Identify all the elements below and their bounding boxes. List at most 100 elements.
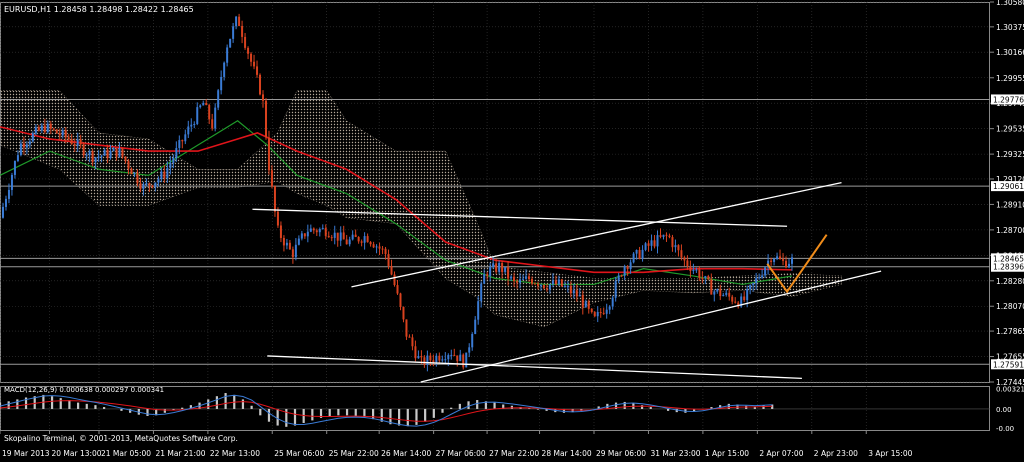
candle-body xyxy=(390,266,393,275)
time-tick-label: 2 Apr 23:00 xyxy=(814,449,858,458)
price-tick-label: 1.28910 xyxy=(996,200,1024,209)
candle-body xyxy=(267,137,270,171)
candle-body xyxy=(459,354,462,362)
copyright-text: Skopalino Terminal, © 2001-2013, MetaQuo… xyxy=(4,434,238,443)
candle-body xyxy=(701,277,704,279)
candle-body xyxy=(593,312,596,317)
candle-body xyxy=(300,233,303,239)
candle-body xyxy=(761,275,764,278)
candle-body xyxy=(214,107,217,129)
candle-body xyxy=(641,249,644,259)
candle-body xyxy=(785,260,788,268)
candle-body xyxy=(539,284,542,286)
candle-body xyxy=(746,289,749,301)
candle-body xyxy=(67,137,70,140)
candle-body xyxy=(444,359,447,361)
price-tick-label: 1.30166 xyxy=(996,48,1024,57)
candle-body xyxy=(327,235,330,238)
candle-body xyxy=(525,276,528,279)
eurusd-chart[interactable]: 1.305801.303751.301661.299551.297451.295… xyxy=(0,0,1024,462)
candle-body xyxy=(190,124,193,127)
candle-body xyxy=(46,123,49,133)
candle-body xyxy=(309,228,312,232)
candle-body xyxy=(728,292,731,297)
candle-body xyxy=(773,258,776,262)
candle-body xyxy=(420,356,423,358)
price-tick-label: 1.28700 xyxy=(996,226,1024,235)
candle-body xyxy=(617,275,620,282)
candle-body xyxy=(22,143,25,148)
candle-body xyxy=(52,128,55,130)
candle-body xyxy=(755,278,758,284)
candle-body xyxy=(342,232,345,240)
candle-body xyxy=(710,279,713,295)
time-tick-label: 21 Mar 05:00 xyxy=(101,449,151,458)
candle-body xyxy=(121,148,124,157)
candle-body xyxy=(605,309,608,314)
candle-body xyxy=(704,276,707,279)
candle-body xyxy=(64,130,67,138)
candle-body xyxy=(578,295,581,297)
candle-body xyxy=(695,269,698,271)
candle-body xyxy=(596,312,599,317)
candle-body xyxy=(584,301,587,308)
candle-body xyxy=(375,246,378,248)
time-tick-label: 27 Mar 06:00 xyxy=(436,449,486,458)
candle-body xyxy=(273,186,276,212)
candle-body xyxy=(256,66,259,75)
candle-body xyxy=(226,47,229,63)
candle-body xyxy=(453,354,456,356)
candle-body xyxy=(288,242,291,250)
candle-body xyxy=(677,245,680,251)
candle-body xyxy=(1,206,4,218)
time-tick-label: 27 Mar 22:00 xyxy=(489,449,539,458)
candle-body xyxy=(650,240,653,246)
candle-body xyxy=(97,156,100,158)
candle-body xyxy=(178,140,181,149)
candle-body xyxy=(100,155,103,157)
symbol-header: EURUSD,H1 1.28458 1.28498 1.28422 1.2846… xyxy=(4,5,194,14)
candle-body xyxy=(76,139,79,146)
candle-body xyxy=(468,347,471,353)
candle-body xyxy=(223,62,226,77)
candle-body xyxy=(548,284,551,290)
candle-body xyxy=(19,143,22,156)
candle-body xyxy=(151,185,154,188)
price-tick-label: 1.28070 xyxy=(996,302,1024,311)
candle-body xyxy=(770,260,773,262)
candle-body xyxy=(10,174,13,190)
level-label: 1.29061 xyxy=(993,182,1024,191)
candle-body xyxy=(360,241,363,243)
candle-body xyxy=(103,149,106,156)
candle-body xyxy=(205,102,208,106)
candle-body xyxy=(244,36,247,48)
candle-body xyxy=(557,279,560,285)
candle-body xyxy=(79,139,82,145)
candle-body xyxy=(782,259,785,261)
time-tick-label: 25 Mar 06:00 xyxy=(274,449,324,458)
candle-body xyxy=(788,263,791,268)
candle-body xyxy=(130,168,133,175)
candle-body xyxy=(384,248,387,255)
candle-body xyxy=(109,151,112,159)
candle-body xyxy=(306,231,309,237)
candle-body xyxy=(572,290,575,294)
candle-body xyxy=(671,237,674,248)
candle-body xyxy=(426,355,429,366)
candle-body xyxy=(133,172,136,175)
candle-body xyxy=(387,254,390,267)
candle-body xyxy=(638,249,641,259)
candle-body xyxy=(169,162,172,168)
candle-body xyxy=(492,263,495,268)
candle-body xyxy=(115,148,118,157)
candle-body xyxy=(411,337,414,347)
candle-body xyxy=(250,53,253,62)
candle-body xyxy=(551,280,554,285)
candle-body xyxy=(647,243,650,246)
candle-body xyxy=(477,301,480,320)
candle-body xyxy=(554,280,557,285)
candle-body xyxy=(106,149,109,159)
candle-body xyxy=(187,126,190,135)
candle-body xyxy=(656,235,659,247)
time-tick-label: 1 Apr 15:00 xyxy=(705,449,749,458)
